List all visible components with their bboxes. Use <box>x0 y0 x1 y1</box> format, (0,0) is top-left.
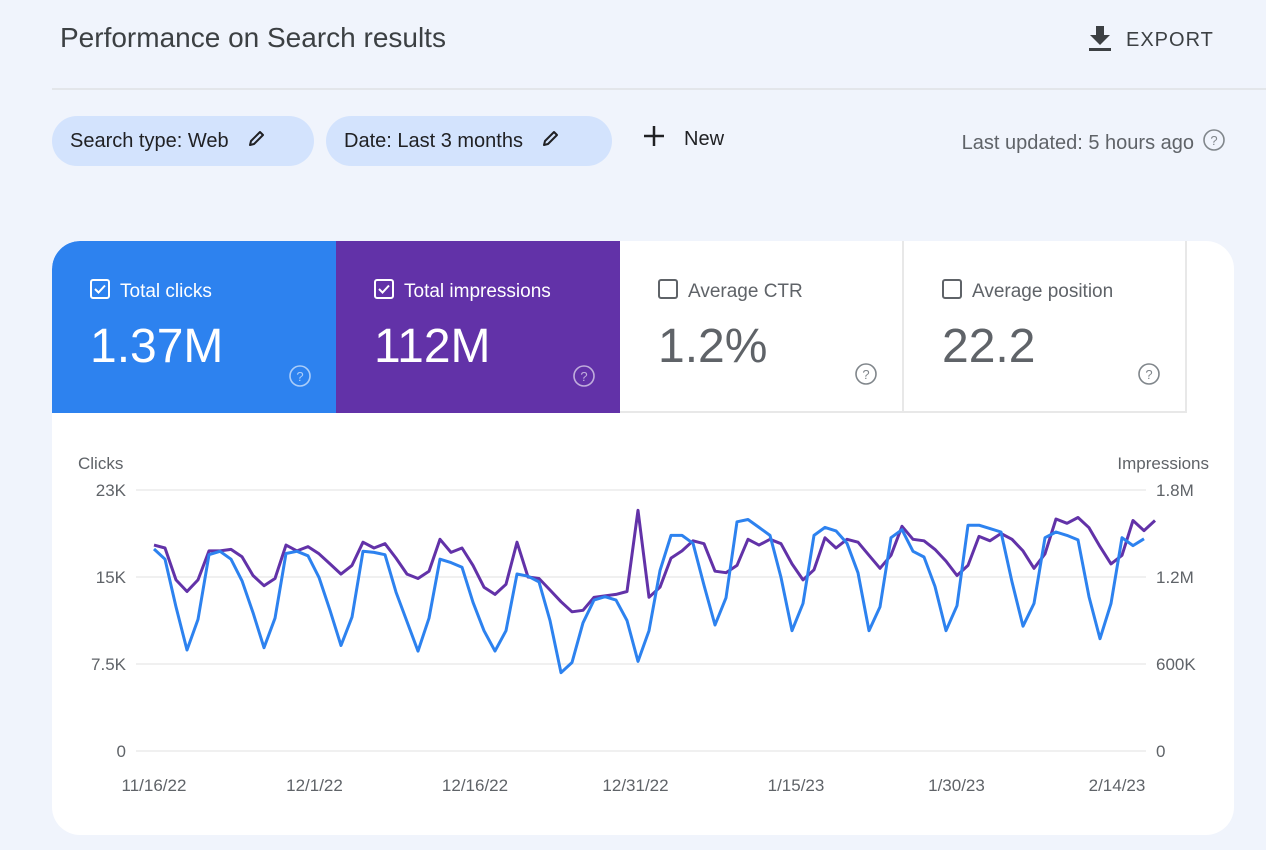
date-filter-chip[interactable]: Date: Last 3 months <box>326 116 612 166</box>
checkbox-unchecked-icon[interactable] <box>658 279 678 305</box>
help-icon[interactable]: ? <box>854 362 878 391</box>
download-icon <box>1088 24 1112 57</box>
metric-label: Total impressions <box>404 281 551 302</box>
help-icon[interactable]: ? <box>1137 362 1161 391</box>
pencil-icon <box>541 128 561 154</box>
svg-text:?: ? <box>862 367 869 382</box>
checkbox-checked-icon[interactable] <box>90 279 110 305</box>
metric-tile-average-ctr[interactable]: Average CTR 1.2% ? <box>620 241 904 413</box>
svg-text:?: ? <box>580 369 587 384</box>
search-type-filter-chip[interactable]: Search type: Web <box>52 116 314 166</box>
svg-text:?: ? <box>1145 367 1152 382</box>
help-icon[interactable]: ? <box>288 364 312 393</box>
y-tick-label-right: 0 <box>1156 742 1165 761</box>
y-tick-label-left: 23K <box>96 481 127 500</box>
x-tick-label: 12/16/22 <box>442 776 508 795</box>
date-label: Date: Last 3 months <box>344 129 523 152</box>
metric-tile-total-impressions[interactable]: Total impressions 112M ? <box>336 241 620 413</box>
performance-chart[interactable]: Clicks Impressions 0 7.5K 15K 23K 0 600K 1.2M… <box>52 413 1234 835</box>
metric-label: Average position <box>972 281 1114 302</box>
x-tick-label: 1/15/23 <box>768 776 825 795</box>
y-tick-label-left: 7.5K <box>91 655 127 674</box>
export-label: EXPORT <box>1126 29 1214 51</box>
plus-icon <box>642 124 666 154</box>
x-tick-label: 12/1/22 <box>286 776 343 795</box>
page-title: Performance on Search results <box>60 22 446 53</box>
svg-text:?: ? <box>1210 133 1217 148</box>
svg-text:?: ? <box>296 369 303 384</box>
checkbox-unchecked-icon[interactable] <box>942 279 962 305</box>
x-tick-label: 11/16/22 <box>122 776 187 795</box>
metric-tile-total-clicks[interactable]: Total clicks 1.37M ? <box>52 241 336 413</box>
new-filter-button[interactable]: New <box>642 124 724 154</box>
x-tick-label: 12/31/22 <box>602 776 668 795</box>
last-updated-text: Last updated: 5 hours ago <box>961 131 1194 154</box>
checkbox-checked-icon[interactable] <box>374 279 394 305</box>
y-axis-title-left: Clicks <box>78 454 123 473</box>
y-tick-label-right: 1.8M <box>1156 481 1194 500</box>
metric-label: Average CTR <box>688 281 803 302</box>
x-tick-label: 2/14/23 <box>1089 776 1146 795</box>
y-axis-title-right: Impressions <box>1117 454 1209 473</box>
pencil-icon <box>247 128 267 154</box>
metric-label: Total clicks <box>120 281 212 302</box>
performance-card: Total clicks 1.37M ? Total impressions 1… <box>52 241 1234 835</box>
y-tick-label-left: 0 <box>117 742 126 761</box>
help-icon[interactable]: ? <box>1202 128 1226 158</box>
metric-tile-average-position[interactable]: Average position 22.2 ? <box>904 241 1187 413</box>
y-tick-label-left: 15K <box>96 568 127 587</box>
y-tick-label-right: 1.2M <box>1156 568 1194 587</box>
export-button[interactable]: EXPORT <box>1088 24 1214 57</box>
x-tick-label: 1/30/23 <box>928 776 985 795</box>
header-divider <box>52 88 1266 90</box>
new-label: New <box>684 127 725 150</box>
search-type-label: Search type: Web <box>70 129 229 152</box>
y-tick-label-right: 600K <box>1156 655 1196 674</box>
help-icon[interactable]: ? <box>572 364 596 393</box>
last-updated: Last updated: 5 hours ago ? <box>962 128 1226 158</box>
